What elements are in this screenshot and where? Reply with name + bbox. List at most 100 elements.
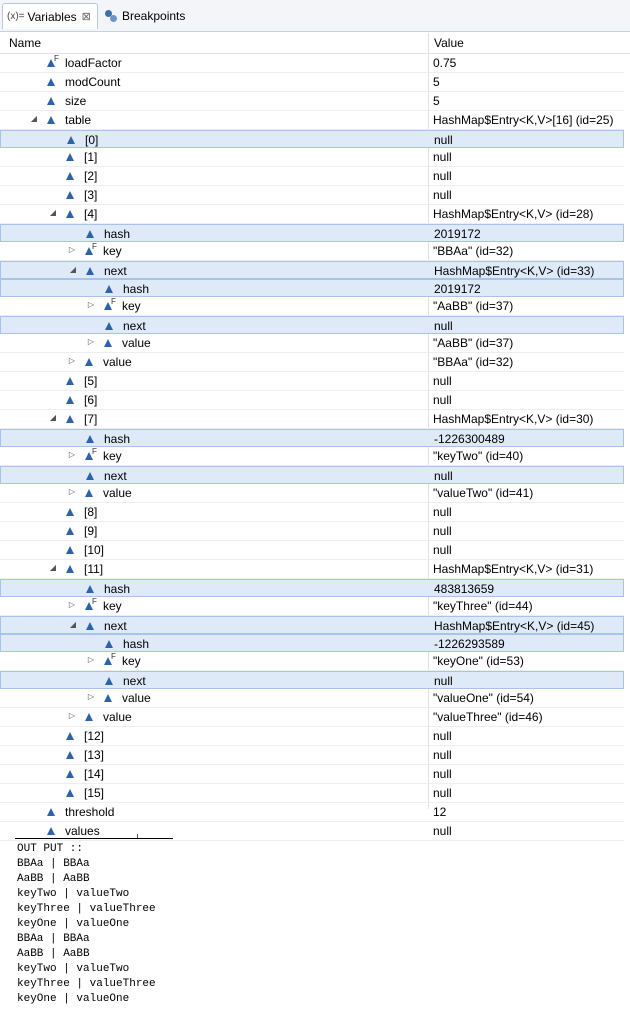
variable-value: 12 bbox=[433, 805, 447, 819]
variable-row[interactable]: ◢ table HashMap$Entry<K,V>[16] (id=25) bbox=[0, 111, 624, 130]
variable-row[interactable]: [13] null bbox=[0, 746, 624, 765]
variable-row[interactable]: [2] null bbox=[0, 167, 624, 186]
variable-row[interactable]: next null bbox=[0, 671, 624, 689]
variable-value: HashMap$Entry<K,V> (id=30) bbox=[433, 412, 594, 426]
variable-row[interactable]: hash -1226300489 bbox=[0, 429, 624, 447]
variable-row[interactable]: ▷ Fkey "keyOne" (id=53) bbox=[0, 652, 624, 671]
variable-row[interactable]: ◢ next HashMap$Entry<K,V> (id=45) bbox=[0, 616, 624, 634]
variable-name: key bbox=[103, 244, 122, 258]
collapsed-twisty-icon[interactable]: ▷ bbox=[67, 355, 77, 367]
variable-row[interactable]: ◢ next HashMap$Entry<K,V> (id=33) bbox=[0, 261, 624, 279]
variable-row[interactable]: next null bbox=[0, 466, 624, 484]
column-value-header[interactable]: Value bbox=[434, 36, 464, 50]
variable-row[interactable]: hash 2019172 bbox=[0, 224, 624, 242]
variable-row[interactable]: [10] null bbox=[0, 541, 624, 560]
collapsed-twisty-icon[interactable]: ▷ bbox=[86, 654, 96, 666]
collapsed-twisty-icon[interactable]: ▷ bbox=[67, 599, 77, 611]
collapsed-twisty-icon[interactable]: ▷ bbox=[67, 449, 77, 461]
variable-name: [15] bbox=[84, 786, 105, 800]
variable-row[interactable]: [12] null bbox=[0, 727, 624, 746]
field-icon bbox=[85, 713, 93, 721]
variable-row[interactable]: modCount 5 bbox=[0, 73, 624, 92]
variable-row[interactable]: ▷ value "valueTwo" (id=41) bbox=[0, 484, 624, 503]
expanded-twisty-icon[interactable]: ◢ bbox=[48, 207, 58, 219]
field-icon bbox=[86, 267, 94, 275]
variable-row[interactable]: hash -1226293589 bbox=[0, 634, 624, 652]
variable-row[interactable]: [5] null bbox=[0, 372, 624, 391]
field-icon bbox=[66, 377, 74, 385]
variable-value: null bbox=[433, 786, 452, 800]
field-icon bbox=[66, 751, 74, 759]
variable-row[interactable]: ▷ value "AaBB" (id=37) bbox=[0, 334, 624, 353]
tab-breakpoints-label: Breakpoints bbox=[122, 9, 186, 23]
close-icon[interactable]: ⊠ bbox=[82, 10, 91, 23]
collapsed-twisty-icon[interactable]: ▷ bbox=[67, 244, 77, 256]
expanded-twisty-icon[interactable]: ◢ bbox=[29, 113, 39, 125]
variable-name: size bbox=[65, 94, 87, 108]
variable-value: null bbox=[433, 729, 452, 743]
collapsed-twisty-icon[interactable]: ▷ bbox=[86, 336, 96, 348]
collapsed-twisty-icon[interactable]: ▷ bbox=[86, 691, 96, 703]
collapsed-twisty-icon[interactable]: ▷ bbox=[67, 710, 77, 722]
field-icon bbox=[66, 191, 74, 199]
tab-variables[interactable]: (x)= Variables ⊠ bbox=[2, 3, 98, 29]
expanded-twisty-icon[interactable]: ◢ bbox=[48, 412, 58, 424]
variable-row[interactable]: next null bbox=[0, 316, 624, 334]
expanded-twisty-icon[interactable]: ◢ bbox=[48, 562, 58, 574]
variable-row[interactable]: size 5 bbox=[0, 92, 624, 111]
variable-value: "valueThree" (id=46) bbox=[433, 710, 543, 724]
variable-value: HashMap$Entry<K,V> (id=45) bbox=[434, 619, 595, 633]
variable-row[interactable]: hash 2019172 bbox=[0, 279, 624, 297]
variable-value: HashMap$Entry<K,V> (id=33) bbox=[434, 264, 595, 278]
variable-row[interactable]: ▷ value "BBAa" (id=32) bbox=[0, 353, 624, 372]
expanded-twisty-icon[interactable]: ◢ bbox=[68, 619, 78, 631]
variable-name: [6] bbox=[84, 393, 98, 407]
variable-value: null bbox=[433, 767, 452, 781]
variable-row[interactable]: ◢ [4] HashMap$Entry<K,V> (id=28) bbox=[0, 205, 624, 224]
variable-value: 2019172 bbox=[434, 227, 481, 241]
variable-value: null bbox=[433, 524, 452, 538]
variable-name: [10] bbox=[84, 543, 105, 557]
variable-row[interactable]: ◢ [11] HashMap$Entry<K,V> (id=31) bbox=[0, 560, 624, 579]
field-icon bbox=[66, 770, 74, 778]
variable-row[interactable]: ▷ Fkey "keyTwo" (id=40) bbox=[0, 447, 624, 466]
variable-row[interactable]: ▷ Fkey "AaBB" (id=37) bbox=[0, 297, 624, 316]
variable-row[interactable]: [9] null bbox=[0, 522, 624, 541]
variable-row[interactable]: [14] null bbox=[0, 765, 624, 784]
tab-breakpoints[interactable]: Breakpoints bbox=[100, 3, 210, 29]
variable-row[interactable]: FloadFactor 0.75 bbox=[0, 54, 624, 73]
variable-name: hash bbox=[104, 227, 131, 241]
expanded-twisty-icon[interactable]: ◢ bbox=[68, 264, 78, 276]
variable-value: "BBAa" (id=32) bbox=[433, 355, 514, 369]
variable-row[interactable]: threshold 12 bbox=[0, 803, 624, 822]
field-icon bbox=[66, 415, 74, 423]
field-icon bbox=[66, 546, 74, 554]
variable-row[interactable]: hash 483813659 bbox=[0, 579, 624, 597]
variable-name: next bbox=[104, 469, 127, 483]
variable-row[interactable]: [8] null bbox=[0, 503, 624, 522]
variable-name: hash bbox=[123, 282, 150, 296]
variable-name: value bbox=[103, 486, 132, 500]
variable-row[interactable]: ◢ [7] HashMap$Entry<K,V> (id=30) bbox=[0, 410, 624, 429]
field-icon bbox=[66, 210, 74, 218]
variable-value: null bbox=[433, 748, 452, 762]
variable-value: 2019172 bbox=[434, 282, 481, 296]
variable-row[interactable]: ▷ value "valueOne" (id=54) bbox=[0, 689, 624, 708]
view-tab-bar: (x)= Variables ⊠ Breakpoints bbox=[0, 0, 630, 32]
variable-row[interactable]: [6] null bbox=[0, 391, 624, 410]
variable-row[interactable]: [3] null bbox=[0, 186, 624, 205]
variable-row[interactable]: [1] null bbox=[0, 148, 624, 167]
collapsed-twisty-icon[interactable]: ▷ bbox=[67, 486, 77, 498]
variable-row[interactable]: ▷ value "valueThree" (id=46) bbox=[0, 708, 624, 727]
field-icon bbox=[47, 97, 55, 105]
variable-row[interactable]: ▷ Fkey "keyThree" (id=44) bbox=[0, 597, 624, 616]
field-icon bbox=[47, 827, 55, 835]
variable-row[interactable]: [15] null bbox=[0, 784, 624, 803]
collapsed-twisty-icon[interactable]: ▷ bbox=[86, 299, 96, 311]
field-icon bbox=[86, 435, 94, 443]
variable-row[interactable]: [0] null bbox=[0, 130, 624, 148]
variable-row[interactable]: ▷ Fkey "BBAa" (id=32) bbox=[0, 242, 624, 261]
variable-name: [11] bbox=[84, 562, 104, 576]
column-name-header[interactable]: Name bbox=[9, 36, 41, 50]
variable-name: key bbox=[122, 299, 141, 313]
